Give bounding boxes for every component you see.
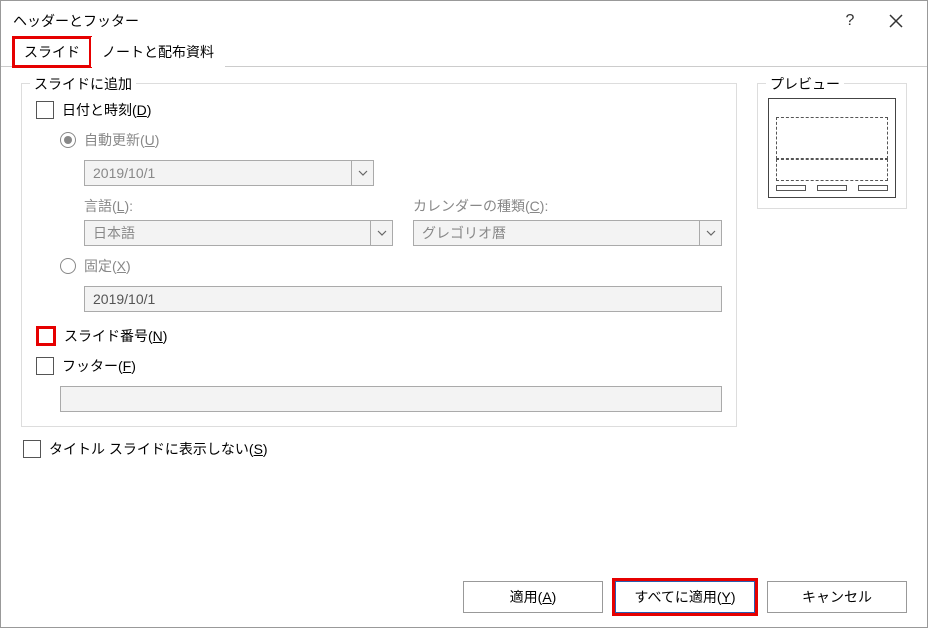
slide-number-checkbox[interactable] — [36, 326, 56, 346]
auto-update-row: 自動更新(U) — [60, 130, 722, 150]
language-select[interactable]: 日本語 — [84, 220, 393, 246]
cancel-button[interactable]: キャンセル — [767, 581, 907, 613]
datetime-checkbox[interactable] — [36, 101, 54, 119]
header-footer-dialog: ヘッダーとフッター ? スライド ノートと配布資料 スライドに追加 日付と時刻(… — [0, 0, 928, 628]
language-label: 言語(L): — [84, 196, 393, 216]
auto-update-radio[interactable] — [60, 132, 76, 148]
fixed-label: 固定(X) — [84, 256, 131, 276]
fixed-date-input[interactable] — [84, 286, 722, 312]
right-column: プレビュー — [757, 83, 907, 469]
date-format-value: 2019/10/1 — [85, 165, 351, 181]
no-title-label: タイトル スライドに表示しない(S) — [49, 439, 268, 459]
help-button[interactable]: ? — [827, 5, 873, 37]
footer-input[interactable] — [60, 386, 722, 412]
chevron-down-icon — [370, 221, 392, 245]
calendar-value: グレゴリオ暦 — [414, 223, 699, 243]
slide-number-label: スライド番号(N) — [64, 326, 167, 346]
lang-cal-row: 言語(L): 日本語 カレンダーの種類(C): グレゴリオ暦 — [84, 196, 722, 246]
tab-slide[interactable]: スライド — [13, 37, 91, 67]
preview-group: プレビュー — [757, 83, 907, 209]
datetime-row: 日付と時刻(D) — [36, 100, 722, 120]
footer-input-row — [60, 386, 722, 412]
no-title-checkbox[interactable] — [23, 440, 41, 458]
preview-footer-center — [817, 185, 847, 191]
titlebar: ヘッダーとフッター ? — [1, 1, 927, 41]
content-area: スライドに追加 日付と時刻(D) 自動更新(U) 2019/10/1 — [1, 67, 927, 469]
preview-slide — [768, 98, 896, 198]
chevron-down-icon — [699, 221, 721, 245]
tab-bar: スライド ノートと配布資料 — [1, 41, 927, 67]
footer-row: フッター(F) — [36, 356, 722, 376]
calendar-col: カレンダーの種類(C): グレゴリオ暦 — [413, 196, 722, 246]
date-select-row: 2019/10/1 — [84, 160, 722, 186]
close-button[interactable] — [873, 5, 919, 37]
datetime-label: 日付と時刻(D) — [62, 100, 151, 120]
preview-footer-left — [776, 185, 806, 191]
preview-label: プレビュー — [766, 74, 844, 94]
dialog-title: ヘッダーとフッター — [13, 11, 827, 31]
language-col: 言語(L): 日本語 — [84, 196, 393, 246]
fixed-radio[interactable] — [60, 258, 76, 274]
preview-body-placeholder — [776, 159, 888, 181]
fixed-row: 固定(X) — [60, 256, 722, 276]
fixed-input-row — [84, 286, 722, 312]
footer-checkbox[interactable] — [36, 357, 54, 375]
calendar-select[interactable]: グレゴリオ暦 — [413, 220, 722, 246]
preview-footer-right — [858, 185, 888, 191]
slide-number-row: スライド番号(N) — [36, 326, 722, 346]
language-value: 日本語 — [85, 223, 370, 243]
chevron-down-icon — [351, 161, 373, 185]
apply-all-button[interactable]: すべてに適用(Y) — [615, 581, 755, 613]
no-title-row: タイトル スライドに表示しない(S) — [21, 439, 737, 459]
tab-notes-handouts[interactable]: ノートと配布資料 — [91, 37, 225, 67]
date-format-select[interactable]: 2019/10/1 — [84, 160, 374, 186]
footer-label: フッター(F) — [62, 356, 136, 376]
preview-title-placeholder — [776, 117, 888, 159]
left-column: スライドに追加 日付と時刻(D) 自動更新(U) 2019/10/1 — [21, 83, 737, 469]
button-row: 適用(A) すべてに適用(Y) キャンセル — [463, 581, 907, 613]
group-label: スライドに追加 — [30, 74, 136, 94]
add-to-slide-group: スライドに追加 日付と時刻(D) 自動更新(U) 2019/10/1 — [21, 83, 737, 427]
auto-update-label: 自動更新(U) — [84, 130, 159, 150]
apply-button[interactable]: 適用(A) — [463, 581, 603, 613]
calendar-label: カレンダーの種類(C): — [413, 196, 722, 216]
